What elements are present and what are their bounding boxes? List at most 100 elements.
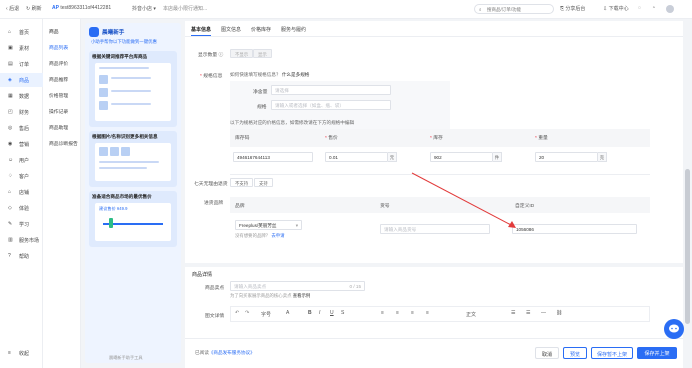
selling-point-input[interactable]: 请输入商品卖点 0 / 15 xyxy=(230,281,365,291)
stock-unit: 件 xyxy=(493,152,502,162)
col-stock-text: 库存 xyxy=(433,136,443,141)
tab-graphic-info[interactable]: 图文信息 xyxy=(221,26,241,33)
price-count-hide[interactable]: 不显示 xyxy=(230,49,254,58)
sidebar-item-material[interactable]: ▣ 素材 xyxy=(0,41,43,55)
guide-card-keyword[interactable]: 根据关键词推荐平台库商品 xyxy=(89,51,177,127)
sidebar-item-finance[interactable]: ◰ 财务 xyxy=(0,105,43,119)
seven-day-supported[interactable]: 支持 xyxy=(254,178,273,187)
chat-icon[interactable] xyxy=(664,319,684,339)
preview-button[interactable]: 预览 xyxy=(563,347,587,359)
sidebar-item-store[interactable]: ⌂ 店铺 xyxy=(0,185,43,199)
weight-input[interactable]: 20 xyxy=(535,152,598,162)
suggested-price: 建议售价 ¥49.9 xyxy=(99,206,128,211)
agreement-text: 已阅读《商品发布服务协议》 xyxy=(195,350,255,356)
align-left-icon[interactable]: ≡ xyxy=(381,310,384,316)
brand-select[interactable]: Freeplus/芙丽芳丝 ▾ xyxy=(235,220,302,230)
account-info[interactable]: AP test8963311of4412281 xyxy=(52,5,111,11)
sidebar-item-orders[interactable]: ▤ 订单 xyxy=(0,57,43,71)
sidebar-item-learn[interactable]: ✎ 学习 xyxy=(0,217,43,231)
price-input[interactable]: 0.01 xyxy=(325,152,388,162)
top-bar: ‹ 后退 ↻ 刷新 AP test8963311of4412281 抖音小店 ▾… xyxy=(0,0,692,19)
spec-link[interactable]: 什么是多规格 xyxy=(282,72,310,77)
sidebar-item-experience[interactable]: ◇ 体验 xyxy=(0,201,43,215)
agreement-link[interactable]: 《商品发布服务协议》 xyxy=(209,350,255,355)
account-badge: AP xyxy=(52,5,59,11)
download-button[interactable]: ⇩ 下载中心 xyxy=(603,5,629,12)
sidebar-item-label: 体验 xyxy=(19,206,30,212)
editor-toolbar: ↶ ↷ 字号 A B I U S ≡ ≡ ≡ ≡ 正文 ☰ ☰ — ⛓ xyxy=(230,306,650,322)
save-draft-button[interactable]: 保存暂不上架 xyxy=(591,347,633,359)
net-content-input[interactable]: 请选择 xyxy=(271,85,391,95)
price-count-show[interactable]: 显示 xyxy=(253,49,272,58)
custom-id-input[interactable]: 1056086 xyxy=(512,224,637,234)
sidebar-item-label: 服务市场 xyxy=(19,238,40,244)
store-dropdown[interactable]: 抖音小店 ▾ xyxy=(132,5,156,12)
font-size-select[interactable]: 字号 xyxy=(261,311,271,318)
subnav-header: 商品 xyxy=(49,30,59,35)
price-count-label-text: 显示数量 xyxy=(198,53,218,58)
cancel-button[interactable]: 取消 xyxy=(535,347,559,359)
subnav-item-assistant[interactable]: 商品助理 xyxy=(49,124,68,131)
weight-unit: 克 xyxy=(598,152,607,162)
bell-icon[interactable]: ◔ xyxy=(652,5,655,11)
sidebar-item-market[interactable]: ▥ 服务市场 xyxy=(0,233,43,247)
search-input[interactable]: ⌕ 搜商品/订单/功能 xyxy=(474,4,554,14)
stock-input[interactable]: 902 xyxy=(430,152,493,162)
tab-service[interactable]: 服务与履约 xyxy=(281,26,306,33)
collapse-button[interactable]: ≡ 收起 xyxy=(0,346,43,360)
guide-card-image[interactable]: 根据图片/名称识别更多相关信息 xyxy=(89,131,177,187)
sidebar-item-products[interactable]: ◈ 商品 xyxy=(0,73,43,87)
align-right-icon[interactable]: ≡ xyxy=(411,310,414,316)
shortcut-button[interactable]: ⎘ 分享后台 xyxy=(560,5,585,12)
sidebar-item-users[interactable]: ☺ 用户 xyxy=(0,153,43,167)
sidebar-item-customers[interactable]: ♢ 客户 xyxy=(0,169,43,183)
bullet-list-icon[interactable]: ☰ xyxy=(526,310,530,316)
undo-icon[interactable]: ↶ xyxy=(235,310,239,316)
paragraph-select[interactable]: 正文 xyxy=(466,311,476,318)
justify-icon[interactable]: ≡ xyxy=(426,310,429,316)
col-price: * 售价 xyxy=(325,136,338,141)
underline-button[interactable]: U xyxy=(330,310,334,316)
tab-price-stock[interactable]: 价格库存 xyxy=(251,26,271,33)
subnav-item-log[interactable]: 操作记录 xyxy=(49,108,68,115)
bold-button[interactable]: B xyxy=(308,310,312,316)
guide-subtitle[interactable]: 小助手帮你以下功能做到一键优惠 xyxy=(91,39,157,45)
notice-link[interactable]: 本店最小限行通知... xyxy=(163,5,207,12)
ordered-list-icon[interactable]: ☰ xyxy=(511,310,515,316)
subnav-item-recommend[interactable]: 商品推荐 xyxy=(49,76,68,83)
divider-icon[interactable]: — xyxy=(541,310,546,316)
guide-card-price[interactable]: 准备适合商品市场的最优售价 建议售价 ¥49.9 xyxy=(89,191,177,247)
redo-icon[interactable]: ↷ xyxy=(245,310,249,316)
scrollbar-thumb[interactable] xyxy=(685,169,690,324)
pack-input[interactable]: 请输入或者选择（如盒、瓶、袋） xyxy=(271,100,391,110)
customer-icon: ♢ xyxy=(8,173,13,179)
subnav-item-reviews[interactable]: 商品评价 xyxy=(49,60,68,67)
avatar[interactable] xyxy=(666,5,674,15)
selling-example-link[interactable]: 查看示例 xyxy=(293,293,311,298)
refresh-button[interactable]: ↻ 刷新 xyxy=(26,5,42,12)
seven-day-unsupported[interactable]: 不支持 xyxy=(230,178,254,187)
back-button[interactable]: ‹ 后退 xyxy=(6,5,19,12)
strike-icon[interactable]: S xyxy=(341,310,344,316)
brand-apply-link[interactable]: 去申请 xyxy=(271,233,284,238)
subnav-item-price[interactable]: 价格管理 xyxy=(49,92,68,99)
link-icon[interactable]: ⛓ xyxy=(556,310,562,316)
sidebar-item-help[interactable]: ? 帮助 xyxy=(0,249,43,263)
sidebar-item-aftersale[interactable]: ◎ 售后 xyxy=(0,121,43,135)
underline-color-icon[interactable]: A xyxy=(286,310,289,316)
barcode-input[interactable]: 4946167644113 xyxy=(233,152,313,162)
save-publish-button[interactable]: 保存并上架 xyxy=(637,347,677,359)
sidebar-item-data[interactable]: ▦ 数据 xyxy=(0,89,43,103)
italic-button[interactable]: I xyxy=(319,310,320,316)
download-label: 下载中心 xyxy=(608,6,629,12)
page-scrollbar[interactable] xyxy=(684,19,692,368)
subnav-item-diagnosis[interactable]: 商品诊断报告 xyxy=(49,140,78,147)
tab-basic-info[interactable]: 基本信息 xyxy=(191,26,212,36)
subnav-item-product-list[interactable]: 商品列表 xyxy=(49,44,68,51)
headset-icon[interactable]: ◌ xyxy=(638,5,641,11)
sidebar-item-home[interactable]: ⌂ 首页 xyxy=(0,25,43,39)
align-center-icon[interactable]: ≡ xyxy=(396,310,399,316)
sidebar-item-marketing[interactable]: ◉ 营销 xyxy=(0,137,43,151)
sub-navigation: 商品 商品列表 商品评价 商品推荐 价格管理 操作记录 商品助理 商品诊断报告 xyxy=(43,19,81,368)
selling-tip: 为了向买家展示商品的核心卖点 查看示例 xyxy=(230,293,310,299)
